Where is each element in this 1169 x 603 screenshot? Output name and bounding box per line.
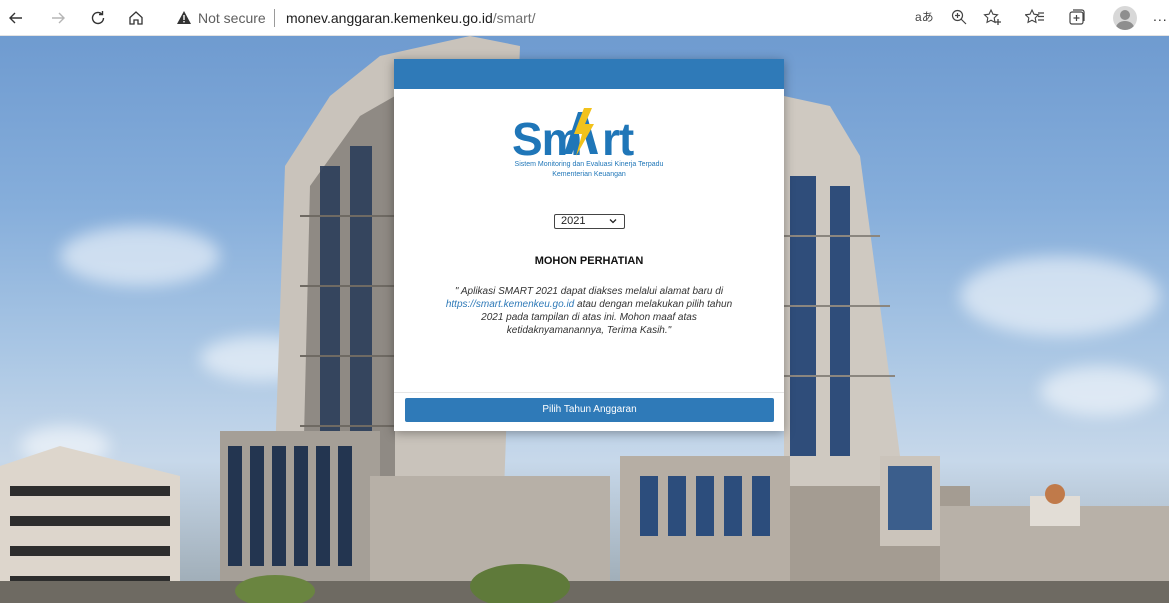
back-arrow-icon[interactable] bbox=[2, 4, 30, 32]
url-text[interactable]: monev.anggaran.kemenkeu.go.id/smart/ bbox=[286, 10, 536, 26]
notice-title: MOHON PERHATIAN bbox=[534, 255, 644, 267]
address-separator bbox=[274, 9, 275, 27]
smart-logo: Sm rt Sistem Monitoring dan Evaluasi Kin… bbox=[484, 108, 694, 204]
notice-body: " Aplikasi SMART 2021 dapat diakses mela… bbox=[444, 285, 734, 337]
browser-toolbar: Not secure monev.anggaran.kemenkeu.go.id… bbox=[0, 0, 1169, 36]
chevron-down-icon bbox=[608, 216, 618, 230]
pilih-tahun-anggaran-button[interactable]: Pilih Tahun Anggaran bbox=[405, 398, 774, 422]
more-menu-icon[interactable]: ... bbox=[1153, 8, 1168, 24]
refresh-icon[interactable] bbox=[84, 4, 112, 32]
address-bar[interactable]: Not secure monev.anggaran.kemenkeu.go.id… bbox=[164, 3, 880, 33]
svg-text:aあ: aあ bbox=[915, 10, 934, 24]
logo-subtitle-line1: Sistem Monitoring dan Evaluasi Kinerja T… bbox=[514, 161, 664, 168]
notice-text-before-link: " Aplikasi SMART 2021 dapat diakses mela… bbox=[454, 286, 724, 297]
add-favorite-icon[interactable] bbox=[983, 8, 1003, 31]
logo-subtitle-line2: Kementerian Keuangan bbox=[552, 171, 626, 178]
favorites-icon[interactable] bbox=[1024, 8, 1045, 31]
url-host: monev.anggaran.kemenkeu.go.id bbox=[286, 10, 493, 26]
read-aloud-icon[interactable]: aあ bbox=[914, 8, 934, 31]
security-label[interactable]: Not secure bbox=[198, 10, 266, 26]
year-select-value: 2021 bbox=[561, 215, 586, 227]
year-selection-modal: Sm rt Sistem Monitoring dan Evaluasi Kin… bbox=[394, 59, 784, 431]
modal-header-bar bbox=[394, 59, 784, 89]
logo-a-bolt-icon bbox=[564, 108, 598, 156]
new-address-link[interactable]: https://smart.kemenkeu.go.id bbox=[446, 299, 574, 310]
profile-avatar-icon[interactable] bbox=[1113, 6, 1137, 30]
logo-wordmark-right: rt bbox=[602, 113, 634, 165]
year-select[interactable]: 2021 bbox=[554, 214, 625, 229]
forward-arrow-icon[interactable] bbox=[44, 4, 72, 32]
warning-icon[interactable] bbox=[176, 10, 192, 30]
zoom-icon[interactable] bbox=[950, 8, 968, 31]
url-path: /smart/ bbox=[492, 10, 536, 26]
home-icon[interactable] bbox=[122, 4, 150, 32]
collections-icon[interactable] bbox=[1068, 8, 1086, 31]
